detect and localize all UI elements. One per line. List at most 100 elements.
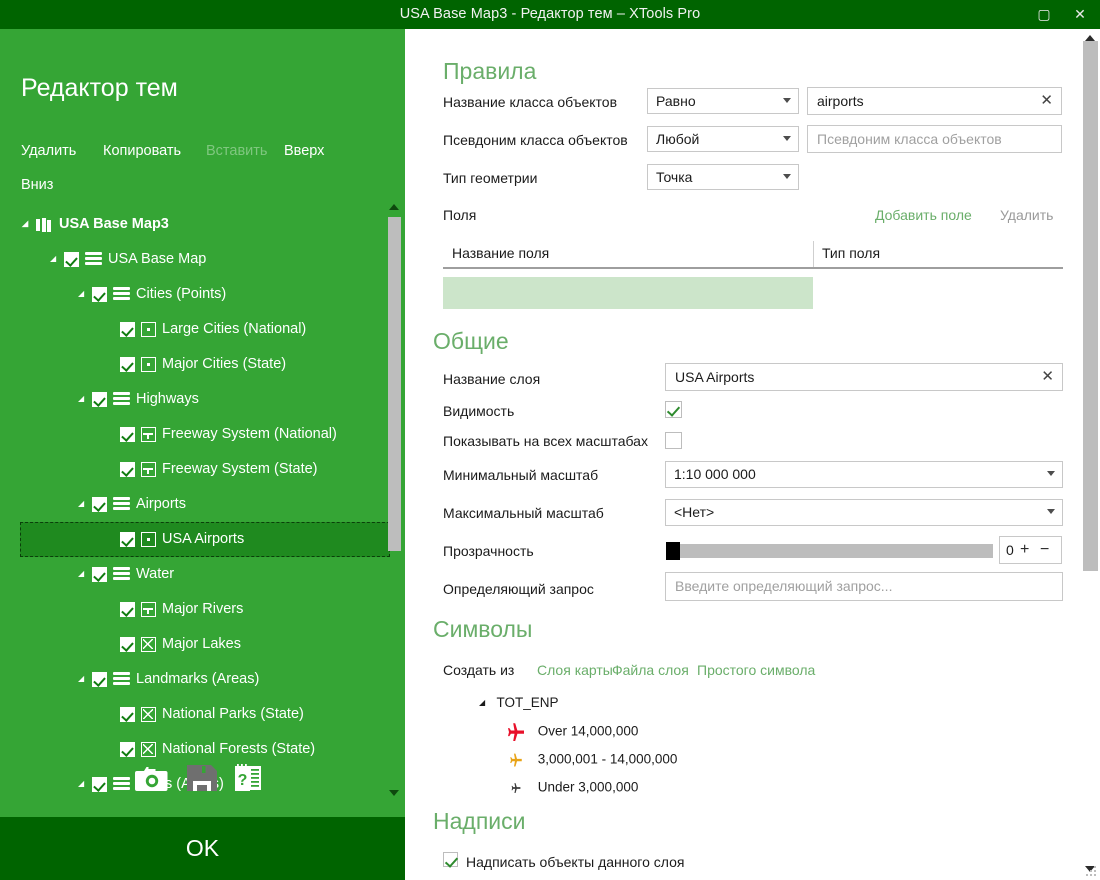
min-scale-label: Минимальный масштаб bbox=[443, 467, 599, 483]
symbol-class-row[interactable]: Over 14,000,000 bbox=[505, 723, 638, 741]
layer-tree-item[interactable]: ◢ USA Base Map bbox=[20, 242, 390, 277]
layer-visibility-checkbox[interactable] bbox=[120, 357, 135, 372]
symbol-class-row[interactable]: Under 3,000,000 bbox=[505, 779, 638, 797]
show-all-scales-checkbox[interactable] bbox=[665, 432, 682, 449]
close-icon[interactable]: ✕ bbox=[1062, 0, 1098, 29]
symbol-class-row[interactable]: 3,000,001 - 14,000,000 bbox=[505, 751, 677, 769]
add-field-link[interactable]: Добавить поле bbox=[875, 207, 972, 223]
layer-tree-item[interactable]: ◢ Freeway System (National) bbox=[20, 417, 390, 452]
expander-icon[interactable]: ◢ bbox=[22, 207, 36, 241]
panel-footer-toolbar: ? bbox=[0, 757, 405, 817]
layer-tree-item[interactable]: ◢ Water bbox=[20, 557, 390, 592]
feature-class-alias-input[interactable]: Псевдоним класса объектов bbox=[807, 125, 1062, 153]
expander-icon[interactable]: ◢ bbox=[50, 241, 64, 276]
feature-class-name-input[interactable]: airports ✕ bbox=[807, 87, 1062, 115]
feature-class-alias-operator-select[interactable]: Любой bbox=[647, 126, 799, 152]
layer-tree-item[interactable]: ◢ Major Rivers bbox=[20, 592, 390, 627]
properties-pane-scrollbar[interactable] bbox=[1080, 29, 1100, 880]
layer-name-label: Название слоя bbox=[443, 371, 541, 387]
layer-tree-item-label: National Parks (State) bbox=[162, 706, 304, 722]
expander-icon[interactable]: ◢ bbox=[78, 381, 92, 416]
layer-visibility-checkbox[interactable] bbox=[120, 322, 135, 337]
layer-tree-item-label: Cities (Points) bbox=[136, 286, 227, 302]
definition-query-input[interactable]: Введите определяющий запрос... bbox=[665, 572, 1063, 601]
layer-visibility-checkbox[interactable] bbox=[92, 567, 107, 582]
clear-icon[interactable]: ✕ bbox=[1041, 368, 1054, 386]
save-icon[interactable] bbox=[185, 763, 219, 798]
layer-tree[interactable]: ◢ USA Base Map3 ◢ USA Base Map ◢ Cities (Poin… bbox=[20, 207, 390, 797]
chevron-down-icon bbox=[783, 98, 791, 103]
layer-tree-scrollbar[interactable] bbox=[386, 201, 402, 799]
layer-tree-item-selected[interactable]: ◢ USA Airports bbox=[20, 522, 390, 557]
ok-button[interactable]: OK bbox=[0, 817, 405, 880]
layer-visibility-checkbox[interactable] bbox=[120, 462, 135, 477]
airplane-icon bbox=[511, 783, 521, 793]
help-icon[interactable]: ? bbox=[233, 763, 267, 798]
layer-name-input[interactable]: USA Airports ✕ bbox=[665, 363, 1063, 391]
scroll-up-icon[interactable] bbox=[389, 204, 399, 210]
layer-visibility-checkbox[interactable] bbox=[120, 427, 135, 442]
layer-tree-item[interactable]: ◢ Major Cities (State) bbox=[20, 347, 390, 382]
clear-icon[interactable]: ✕ bbox=[1040, 92, 1053, 110]
feature-class-name-operator-select[interactable]: Равно bbox=[647, 88, 799, 114]
polygon-feature-icon bbox=[141, 707, 156, 722]
layer-visibility-checkbox[interactable] bbox=[92, 287, 107, 302]
point-feature-icon bbox=[141, 357, 156, 372]
layer-visibility-checkbox[interactable] bbox=[120, 707, 135, 722]
expander-icon[interactable]: ◢ bbox=[479, 698, 493, 707]
layer-tree-item[interactable]: ◢ Major Lakes bbox=[20, 627, 390, 662]
copy-command[interactable]: Копировать bbox=[103, 143, 181, 159]
layer-visibility-checkbox[interactable] bbox=[92, 497, 107, 512]
layer-tree-item[interactable]: ◢ Airports bbox=[20, 487, 390, 522]
layer-visibility-checkbox[interactable] bbox=[120, 532, 135, 547]
create-from-layer-file-link[interactable]: Файла слоя bbox=[612, 662, 689, 678]
layer-tree-item[interactable]: ◢ Freeway System (State) bbox=[20, 452, 390, 487]
camera-icon[interactable] bbox=[135, 763, 169, 798]
layer-tree-item[interactable]: ◢ National Parks (State) bbox=[20, 697, 390, 732]
max-scale-select[interactable]: <Нет> bbox=[665, 499, 1063, 526]
geometry-type-select[interactable]: Точка bbox=[647, 164, 799, 190]
transparency-stepper[interactable]: 0 + − bbox=[999, 536, 1062, 564]
resize-grip[interactable] bbox=[1085, 866, 1097, 878]
layer-visibility-checkbox[interactable] bbox=[64, 252, 79, 267]
scrollbar-thumb[interactable] bbox=[388, 217, 401, 551]
layer-name-value: USA Airports bbox=[675, 369, 755, 385]
transparency-slider[interactable] bbox=[666, 544, 993, 558]
layer-tree-item-label: USA Base Map bbox=[108, 251, 207, 267]
delete-field-link[interactable]: Удалить bbox=[1000, 207, 1053, 223]
line-feature-icon bbox=[141, 462, 156, 477]
symbol-class-label: 3,000,001 - 14,000,000 bbox=[537, 751, 678, 767]
layer-tree-item-label: USA Airports bbox=[162, 531, 245, 547]
renderer-field-node[interactable]: ◢ TOT_ENP bbox=[479, 695, 559, 710]
transparency-slider-thumb[interactable] bbox=[666, 542, 680, 560]
layer-tree-item[interactable]: ◢ Large Cities (National) bbox=[20, 312, 390, 347]
line-feature-icon bbox=[141, 427, 156, 442]
window-title: USA Base Map3 - Редактор тем – XTools Pr… bbox=[399, 6, 701, 22]
expander-icon[interactable]: ◢ bbox=[78, 556, 92, 591]
layer-tree-item[interactable]: ◢ Landmarks (Areas) bbox=[20, 662, 390, 697]
move-up-command[interactable]: Вверх bbox=[284, 143, 324, 159]
decrement-button[interactable]: − bbox=[1040, 537, 1049, 563]
layer-visibility-checkbox[interactable] bbox=[120, 637, 135, 652]
expander-spacer: ◢ bbox=[106, 311, 120, 346]
layer-tree-item[interactable]: ◢ USA Base Map3 bbox=[20, 207, 390, 242]
table-row[interactable] bbox=[443, 277, 813, 309]
maximize-icon[interactable]: ▢ bbox=[1026, 0, 1062, 29]
expander-icon[interactable]: ◢ bbox=[78, 661, 92, 696]
min-scale-select[interactable]: 1:10 000 000 bbox=[665, 461, 1063, 488]
increment-button[interactable]: + bbox=[1020, 537, 1029, 563]
move-down-command[interactable]: Вниз bbox=[21, 177, 53, 193]
visibility-checkbox[interactable] bbox=[665, 401, 682, 418]
layer-visibility-checkbox[interactable] bbox=[120, 602, 135, 617]
layer-visibility-checkbox[interactable] bbox=[92, 672, 107, 687]
layer-visibility-checkbox[interactable] bbox=[120, 742, 135, 757]
layer-tree-item[interactable]: ◢ Cities (Points) bbox=[20, 277, 390, 312]
create-from-map-layer-link[interactable]: Слоя карты bbox=[537, 662, 613, 678]
scrollbar-thumb[interactable] bbox=[1083, 41, 1098, 571]
layer-tree-item[interactable]: ◢ Highways bbox=[20, 382, 390, 417]
label-features-checkbox[interactable] bbox=[443, 852, 458, 867]
expander-icon[interactable]: ◢ bbox=[78, 276, 92, 311]
delete-command[interactable]: Удалить bbox=[21, 143, 76, 159]
layer-visibility-checkbox[interactable] bbox=[92, 392, 107, 407]
expander-icon[interactable]: ◢ bbox=[78, 486, 92, 521]
